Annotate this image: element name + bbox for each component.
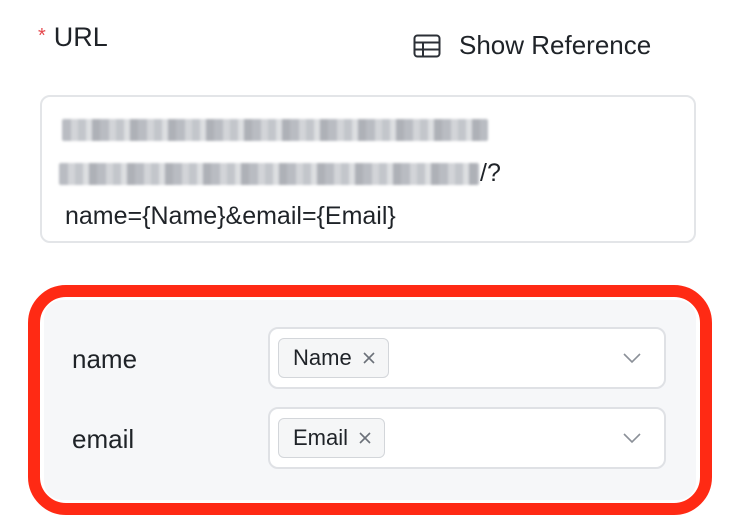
url-query-string: name={Name}&email={Email} — [65, 202, 396, 230]
show-reference-button[interactable]: Show Reference — [413, 30, 651, 61]
redacted-url-line-1 — [62, 119, 488, 141]
highlight-annotation — [28, 285, 712, 515]
table-icon — [413, 34, 441, 57]
redacted-url-line-2 — [59, 163, 479, 185]
url-parameters-panel: * URL Show Reference /? name={Name}&emai… — [0, 0, 742, 528]
url-field-label: * URL — [38, 22, 108, 53]
show-reference-label: Show Reference — [459, 30, 652, 60]
url-label-text: URL — [53, 22, 108, 52]
required-mark: * — [38, 25, 46, 47]
url-input[interactable]: /? name={Name}&email={Email} — [40, 95, 696, 243]
url-path-suffix: /? — [480, 159, 501, 187]
